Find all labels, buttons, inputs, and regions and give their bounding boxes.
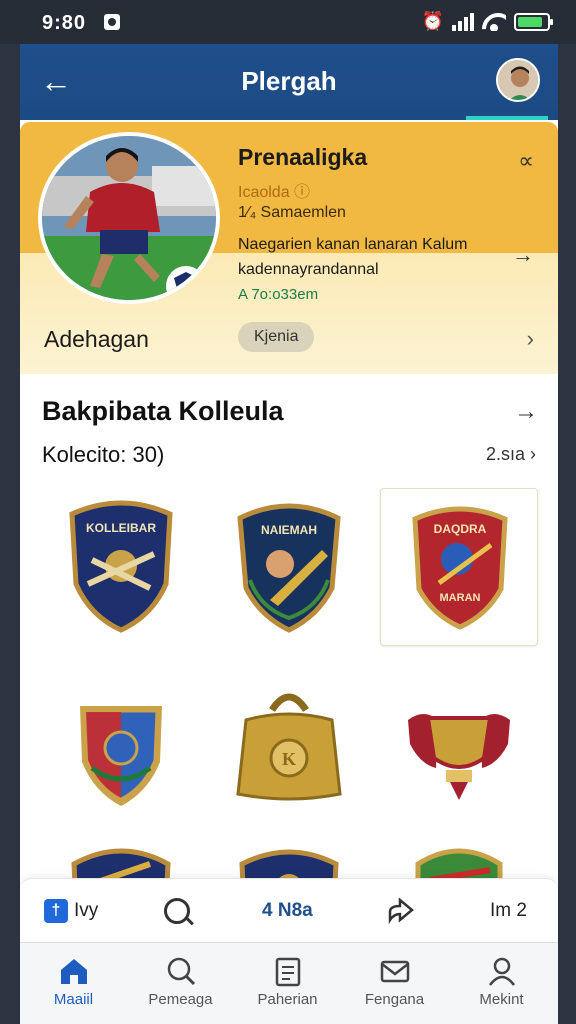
action-label: Im 2	[490, 900, 527, 921]
action-search[interactable]	[164, 893, 190, 929]
collection-arrow-button[interactable]: →	[514, 398, 538, 426]
tab-profile[interactable]: Mekint	[448, 943, 555, 1024]
chevron-right-icon: ›	[526, 326, 534, 351]
badge-top-text: NAIEMAH	[261, 523, 317, 537]
wifi-icon	[482, 13, 506, 31]
badge-item[interactable]: K	[210, 664, 368, 822]
player-club: Icaolda ⓘ	[238, 184, 311, 201]
tab-mail[interactable]: Fengana	[341, 943, 448, 1024]
crest-badge-icon	[80, 706, 162, 806]
status-indicators: ⏰	[421, 11, 553, 32]
tab-label: Pemeaga	[148, 991, 213, 1008]
arrow-right-icon: →	[514, 398, 538, 425]
action-calendar[interactable]: † Ivy	[44, 893, 98, 929]
action-count[interactable]: 4 N8a	[262, 893, 313, 929]
description-arrow-button[interactable]: →	[512, 242, 534, 268]
shield-badge-icon: DAQDRA MARAN	[412, 506, 508, 630]
action-label: Ivy	[74, 900, 99, 921]
badge-bottom-text: MARAN	[440, 592, 481, 604]
chevron-right-icon: ›	[530, 444, 536, 464]
user-avatar-icon[interactable]	[496, 58, 540, 102]
badge-item[interactable]	[380, 664, 538, 822]
share-icon	[388, 897, 414, 925]
tab-home[interactable]: Maaiil	[20, 943, 127, 1024]
action-bar: † Ivy 4 N8a Im 2	[20, 878, 558, 942]
profile-section-label: Adehagan	[44, 326, 149, 352]
search-icon	[167, 957, 195, 986]
notification-icon	[104, 14, 120, 30]
action-more[interactable]: Im 2	[490, 893, 527, 929]
action-share[interactable]	[386, 893, 416, 929]
svg-text:K: K	[282, 749, 296, 769]
collection-title: Bakpibata Kolleula	[42, 396, 284, 426]
player-rank: 1⁄₄ Samaemlen	[238, 204, 346, 221]
mail-icon	[380, 960, 409, 983]
player-name: Prenaaligka	[238, 144, 368, 170]
app-header: ← Plergah	[20, 44, 558, 120]
page-title: Plergah	[241, 66, 337, 96]
tab-search[interactable]: Pemeaga	[127, 943, 234, 1024]
header-tab-indicator	[466, 116, 548, 120]
profile-chip[interactable]: Kjenia	[238, 322, 315, 352]
badge-item-selected[interactable]: DAQDRA MARAN	[380, 488, 538, 646]
share-button[interactable]: ∝	[518, 148, 534, 174]
tab-clipboard[interactable]: Paherian	[234, 943, 341, 1024]
profile-card: Prenaaligka ∝ Icaolda ⓘ 1⁄₄ Samaemlen Na…	[20, 122, 558, 374]
collection-more-link[interactable]: 2.sıa ›	[486, 444, 536, 465]
player-photo[interactable]	[38, 132, 220, 304]
action-label: 4 N8a	[262, 900, 313, 921]
status-bar: 9:80 ⏰	[0, 0, 576, 44]
badge-item[interactable]	[42, 664, 200, 822]
badge-collection: Bakpibata Kolleula → Kolecito: 30) 2.sıa…	[20, 374, 558, 907]
player-points: A 7o:o33em	[238, 286, 319, 303]
profile-icon	[488, 957, 515, 986]
bag-badge-icon: K	[236, 693, 342, 801]
tab-label: Mekint	[479, 991, 524, 1008]
battery-icon	[514, 12, 553, 31]
tab-label: Paherian	[257, 991, 318, 1008]
trophy-badge-icon	[408, 714, 510, 800]
tab-label: Fengana	[364, 991, 425, 1008]
profile-chevron-button[interactable]: ›	[527, 326, 534, 352]
collection-more-label: 2.sıa	[485, 444, 525, 464]
player-description: Naegarien kanan lanaran Kalum kadennayra…	[238, 236, 468, 278]
player-image	[42, 136, 216, 300]
link-icon: ∝	[518, 148, 534, 173]
clipboard-icon	[275, 957, 300, 987]
shield-badge-icon: KOLLEIBAR	[69, 500, 173, 633]
search-icon	[164, 898, 190, 924]
badge-top-text: DAQDRA	[434, 522, 487, 536]
tab-label: Maaiil	[53, 991, 94, 1008]
calendar-icon: †	[44, 899, 68, 923]
app-screen: ← Plergah Prenaaligka ∝ Icaolda ⓘ 1⁄₄ Sa…	[20, 44, 558, 1024]
badge-top-text: KOLLEIBAR	[86, 521, 156, 535]
alarm-icon: ⏰	[421, 11, 444, 31]
status-time: 9:80	[42, 12, 87, 34]
phone-frame: 9:80 ⏰ ← Plergah Prenaaligka ∝ Icaolda ⓘ…	[0, 0, 576, 1024]
bottom-tab-bar: Maaiil Pemeaga Paherian Fengana Mekint	[20, 942, 558, 1024]
signal-icon	[452, 12, 474, 31]
home-icon	[60, 959, 87, 984]
badge-item[interactable]: NAIEMAH	[210, 484, 368, 642]
badge-item[interactable]: KOLLEIBAR	[42, 484, 200, 642]
arrow-right-icon: →	[512, 242, 534, 267]
shield-badge-icon: NAIEMAH	[237, 503, 341, 633]
collection-count: Kolecito: 30)	[42, 442, 165, 467]
